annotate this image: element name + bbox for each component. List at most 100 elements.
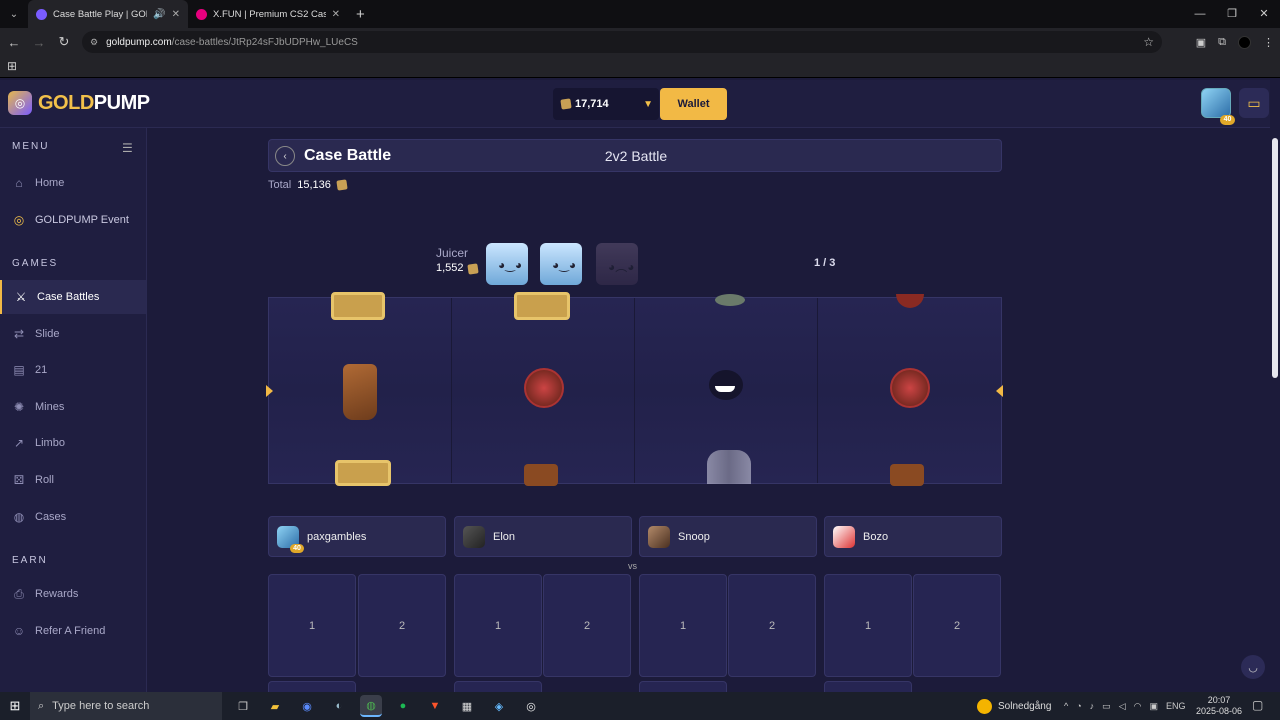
browser-tab-active[interactable]: Case Battle Play | GOLDPUMP 🔊 ✕ (28, 0, 188, 28)
games-section-label: GAMES (12, 258, 59, 269)
player-card[interactable]: Elon (454, 516, 632, 557)
clock-time: 20:07 (1207, 695, 1231, 705)
wifi-icon[interactable]: ◠ (1134, 701, 1142, 712)
discord-icon[interactable]: ◉ (296, 695, 318, 717)
player-name: Bozo (863, 530, 889, 543)
volume-icon[interactable]: ◁ (1119, 701, 1126, 712)
player-name: Elon (493, 530, 516, 543)
spinner-column (269, 292, 452, 486)
case-name: Juicer (436, 246, 469, 260)
slide-icon: ⇄ (13, 327, 25, 341)
taskbar-search[interactable]: ⌕ Type here to search (30, 692, 222, 720)
tab-search-icon[interactable]: ⌄ (0, 0, 28, 28)
smile-item (715, 386, 735, 392)
tab-title: Case Battle Play | GOLDPUMP (53, 8, 147, 20)
total-value: 15,136 (297, 179, 331, 191)
steam-icon[interactable]: ◐ (328, 695, 350, 717)
camera-icon[interactable]: ▭ (1102, 701, 1111, 712)
sidebar-item-case-battles[interactable]: ⚔ Case Battles (0, 280, 146, 314)
bat-item (524, 368, 564, 408)
sidebar-item-roll[interactable]: ⚄ Roll (0, 463, 146, 497)
weather-widget[interactable]: Solnedgång (977, 692, 1051, 720)
url-field[interactable]: ⚙ goldpump.com /case-battles/JtRp24sFJbU… (82, 31, 1162, 53)
wallet-button[interactable]: Wallet (660, 88, 727, 120)
site-info-icon[interactable]: ⚙ (90, 37, 98, 48)
case-spinner (268, 292, 1002, 486)
taskbar-clock[interactable]: 20:07 2025-08-06 (1196, 695, 1242, 717)
gold-item (335, 460, 391, 486)
spotify-icon[interactable]: ● (392, 695, 414, 717)
support-headset-icon[interactable]: ◡ (1241, 655, 1265, 679)
sun-icon (977, 698, 992, 714)
search-placeholder: Type here to search (52, 700, 150, 712)
sidebar-item-label: Limbo (35, 437, 65, 449)
sidebar-item-limbo[interactable]: ↗ Limbo (0, 426, 146, 460)
scrollbar[interactable] (1270, 128, 1280, 692)
sidebar-item-slide[interactable]: ⇄ Slide (0, 317, 146, 351)
url-path: /case-battles/JtRp24sFJbUDPHw_LUeCS (171, 36, 358, 48)
lock-icon[interactable]: ▣ (1149, 701, 1158, 712)
chevron-left-icon: ‹ (283, 150, 287, 162)
close-tab-icon[interactable]: ✕ (172, 9, 180, 20)
file-explorer-icon[interactable]: ▰ (264, 695, 286, 717)
bookmark-star-icon[interactable]: ☆ (1143, 35, 1154, 49)
app-icon[interactable]: ◈ (488, 695, 510, 717)
cases-icon: ◍ (13, 510, 25, 524)
sidebar: MENU ☰ ⌂ Home ◎ GOLDPUMP Event GAMES ⚔ Case… (0, 128, 147, 692)
task-view-icon[interactable]: ❐ (232, 695, 254, 717)
puzzle-icon[interactable]: ⧉ (1218, 36, 1226, 49)
prize-slot: 1 (454, 574, 542, 677)
search-icon: ⌕ (38, 699, 45, 712)
player-card[interactable]: Bozo (824, 516, 1002, 557)
back-icon[interactable]: ← (3, 35, 25, 50)
player-name: paxgambles (307, 530, 367, 543)
chrome-icon[interactable]: ◍ (360, 695, 382, 717)
sidebar-item-cases[interactable]: ◍ Cases (0, 500, 146, 534)
sidebar-item-21[interactable]: ▤ 21 (0, 353, 146, 387)
tab-title: X.FUN | Premium CS2 Case Op (213, 8, 326, 20)
user-avatar[interactable] (1201, 88, 1231, 118)
reload-icon[interactable]: ↻ (53, 34, 75, 50)
extension-icon[interactable]: ▣ (1196, 36, 1206, 49)
audio-icon[interactable]: 🔊 (153, 9, 165, 20)
minimize-icon[interactable]: — (1184, 0, 1216, 28)
tray-chevron-icon[interactable]: ^ (1064, 701, 1068, 711)
goldpump-logo[interactable]: ◎ GOLDPUMP (8, 91, 150, 115)
sidebar-item-home[interactable]: ⌂ Home (0, 166, 146, 200)
balance-dropdown[interactable]: 17,714 ▼ (553, 88, 659, 120)
sidebar-item-mines[interactable]: ✺ Mines (0, 390, 146, 424)
notification-icon[interactable]: ▢ (1252, 698, 1263, 712)
obs-icon[interactable]: ◎ (520, 695, 542, 717)
close-window-icon[interactable]: ✕ (1248, 0, 1280, 28)
avatar (833, 525, 855, 548)
sidebar-item-label: GOLDPUMP Event (35, 214, 129, 226)
forward-icon[interactable]: → (28, 35, 50, 50)
user-level-badge: 40 (1220, 115, 1235, 125)
browser-tab[interactable]: X.FUN | Premium CS2 Case Op ✕ (188, 0, 348, 28)
battle-header-bar: 2v2 Battle ‹ Case Battle (268, 139, 1002, 172)
sidebar-item-event[interactable]: ◎ GOLDPUMP Event (0, 203, 146, 237)
profile-icon[interactable] (1238, 35, 1251, 49)
player-card[interactable]: Snoop (639, 516, 817, 557)
new-tab-icon[interactable]: + (348, 6, 373, 23)
sidebar-item-rewards[interactable]: ⎙ Rewards (0, 577, 146, 611)
scrollbar-thumb[interactable] (1272, 138, 1278, 378)
more-menu-icon[interactable]: ⋮ (1263, 36, 1274, 49)
mic-icon[interactable]: ♪ (1090, 701, 1095, 711)
sidebar-item-refer[interactable]: ☺ Refer A Friend (0, 614, 146, 648)
network-icon[interactable]: ◔ (1076, 701, 1081, 711)
sidebar-collapse-icon[interactable]: ☰ (122, 141, 133, 155)
sidebar-item-label: Slide (35, 328, 60, 340)
player-level-badge: 40 (290, 544, 304, 553)
apps-grid-icon[interactable]: ⊞ (7, 59, 17, 73)
maximize-icon[interactable]: ❐ (1216, 0, 1248, 28)
vs-label: vs (628, 561, 637, 571)
brave-icon[interactable]: ▼ (424, 695, 446, 717)
windows-start-icon[interactable]: ⊞ (0, 698, 30, 714)
back-button[interactable]: ‹ (275, 146, 295, 166)
close-tab-icon[interactable]: ✕ (332, 9, 340, 20)
bat-item (896, 294, 924, 308)
app-icon[interactable]: ▦ (456, 695, 478, 717)
chat-icon[interactable]: ▭ (1239, 88, 1269, 118)
language-indicator[interactable]: ENG (1166, 701, 1186, 711)
